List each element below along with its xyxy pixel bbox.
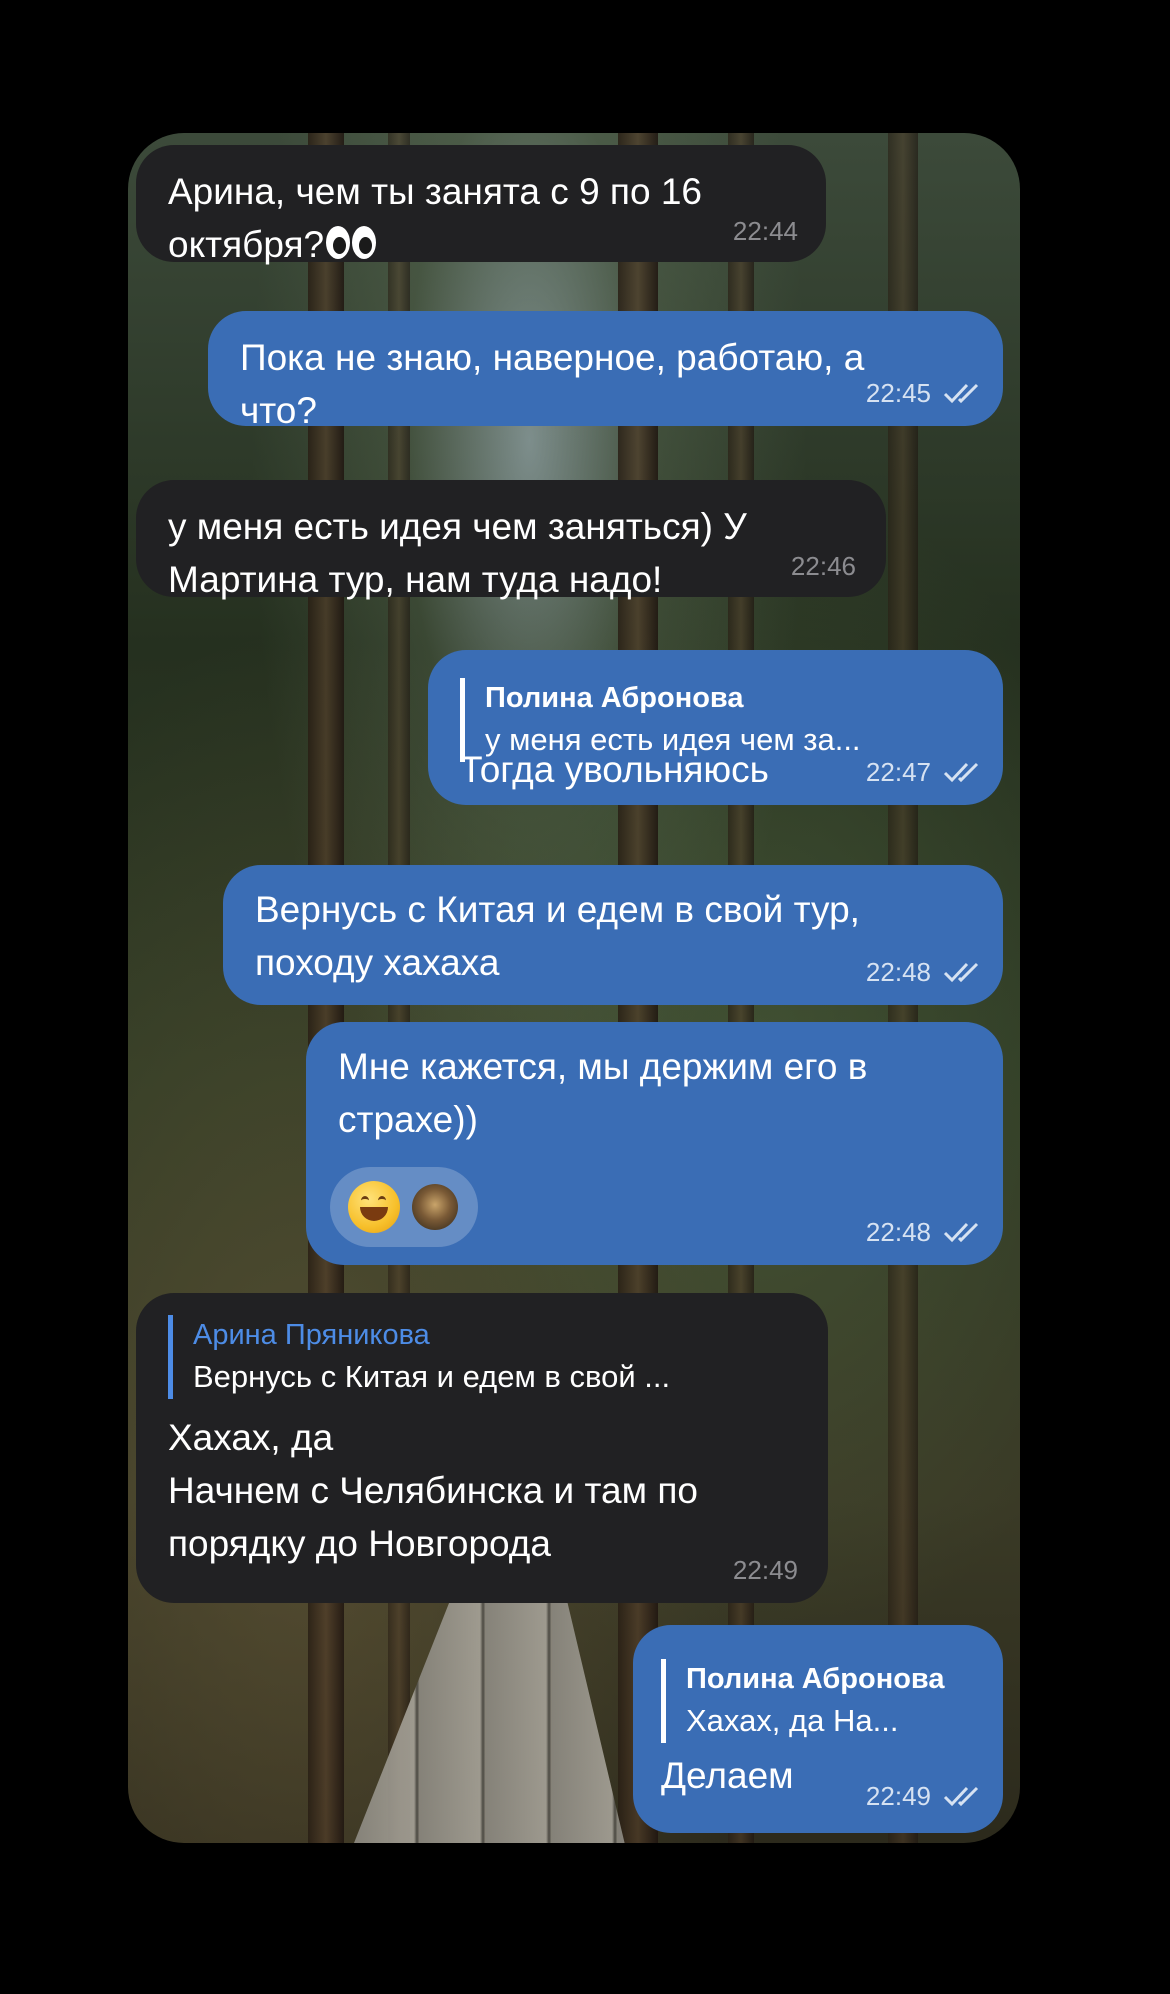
reply-author: Арина Пряникова <box>193 1319 430 1351</box>
reactions-bar[interactable] <box>330 1167 478 1247</box>
message-text: у меня есть идея чем заняться) У Мартина… <box>168 506 747 600</box>
reactor-avatar[interactable] <box>412 1184 458 1230</box>
read-checkmarks-icon <box>943 962 979 983</box>
read-checkmarks-icon <box>943 1222 979 1243</box>
message-time: 22:48 <box>865 957 931 987</box>
reply-preview[interactable]: Арина Пряникова Вернусь с Китая и едем в… <box>168 1315 670 1399</box>
message-text: Мне кажется, мы держим его в страхе)) <box>338 1046 868 1140</box>
message-time: 22:44 <box>732 216 798 246</box>
message-bubble-incoming[interactable]: Арина Пряникова Вернусь с Китая и едем в… <box>136 1293 828 1603</box>
message-time: 22:48 <box>865 1217 931 1247</box>
message-bubble-outgoing[interactable]: Полина Абронова Хахах, да На... Делаем 2… <box>633 1625 1003 1833</box>
message-bubble-outgoing[interactable]: Пока не знаю, наверное, работаю, а что? … <box>208 311 1003 431</box>
read-checkmarks-icon <box>943 383 979 404</box>
reply-author: Полина Абронова <box>485 682 744 714</box>
eyes-emoji <box>324 226 378 260</box>
message-bubble-outgoing[interactable]: Мне кажется, мы держим его в страхе)) 22… <box>306 1022 1003 1265</box>
grinning-face-emoji[interactable] <box>348 1181 400 1233</box>
message-time: 22:49 <box>732 1555 798 1585</box>
message-bubble-outgoing[interactable]: Вернусь с Китая и едем в свой тур, поход… <box>223 865 1003 1005</box>
message-bubble-incoming[interactable]: у меня есть идея чем заняться) У Мартина… <box>136 480 886 600</box>
message-time: 22:45 <box>865 378 931 408</box>
message-time: 22:46 <box>790 551 856 581</box>
message-text: Арина, чем ты занята с 9 по 16 октября? <box>168 171 702 265</box>
read-checkmarks-icon <box>943 762 979 783</box>
reply-snippet: Хахах, да На... <box>686 1703 899 1738</box>
reply-author: Полина Абронова <box>686 1663 945 1695</box>
reply-snippet: Вернусь с Китая и едем в свой ... <box>193 1359 671 1394</box>
read-checkmarks-icon <box>943 1786 979 1807</box>
chat-view[interactable]: Арина, чем ты занята с 9 по 16 октября? … <box>128 133 1020 1843</box>
message-time: 22:47 <box>865 757 931 787</box>
reply-preview[interactable]: Полина Абронова Хахах, да На... <box>661 1659 945 1743</box>
message-time: 22:49 <box>865 1781 931 1811</box>
message-text: Хахах, да Начнем с Челябинска и там по п… <box>168 1417 698 1564</box>
message-bubble-outgoing[interactable]: Полина Абронова у меня есть идея чем за.… <box>428 650 1003 805</box>
message-bubble-incoming[interactable]: Арина, чем ты занята с 9 по 16 октября? … <box>136 145 826 265</box>
